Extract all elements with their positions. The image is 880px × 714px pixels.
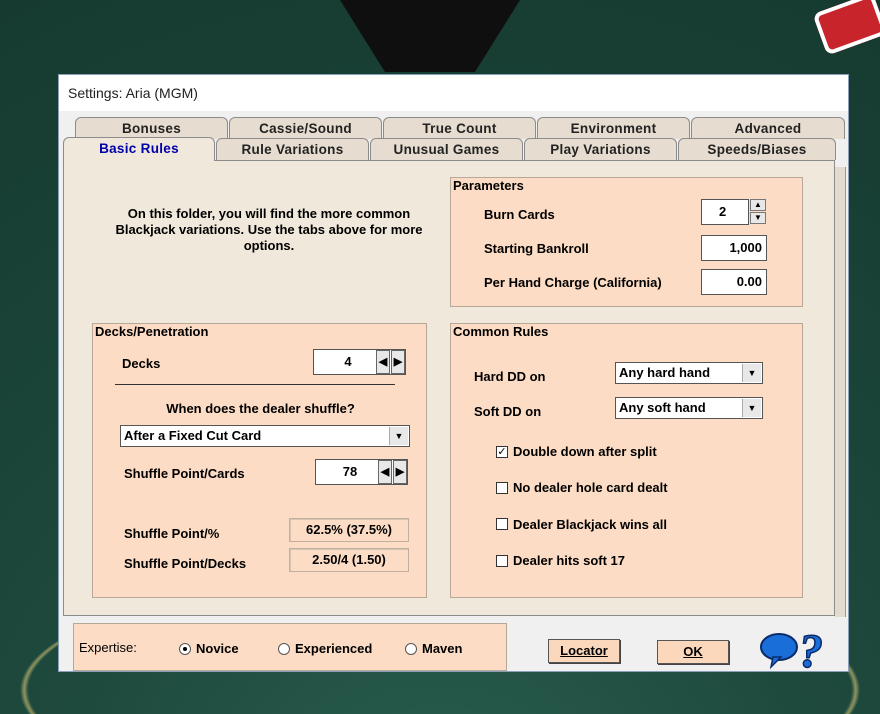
dealer-hits-soft-17-label: Dealer hits soft 17 <box>513 553 625 568</box>
burn-cards-label: Burn Cards <box>484 207 555 222</box>
shuffle-point-pct-label: Shuffle Point/% <box>124 526 220 541</box>
shuffle-method-select[interactable]: After a Fixed Cut Card ▼ <box>120 425 410 447</box>
tab-cassie-sound[interactable]: Cassie/Sound <box>229 117 382 139</box>
tab-advanced[interactable]: Advanced <box>691 117 845 139</box>
radio-novice[interactable] <box>179 643 191 655</box>
shuffle-point-decks-value: 2.50/4 (1.50) <box>289 548 409 572</box>
chevron-down-icon[interactable]: ▼ <box>389 427 408 445</box>
radio-experienced-label: Experienced <box>295 641 373 656</box>
shuffle-question: When does the dealer shuffle? <box>166 401 355 416</box>
per-hand-charge-field[interactable]: 0.00 <box>701 269 767 295</box>
svg-text:?: ? <box>799 627 823 669</box>
shuffle-cards-decrease-icon[interactable]: ◀ <box>378 460 392 484</box>
starting-bankroll-field[interactable]: 1,000 <box>701 235 767 261</box>
dialog-title: Settings: Aria (MGM) <box>59 75 848 111</box>
soft-dd-select[interactable]: Any soft hand ▼ <box>615 397 763 419</box>
radio-novice-label: Novice <box>196 641 239 656</box>
hard-dd-select[interactable]: Any hard hand ▼ <box>615 362 763 384</box>
radio-maven[interactable] <box>405 643 417 655</box>
parameters-title: Parameters <box>453 178 524 193</box>
decks-penetration-group: Decks/Penetration Decks 4 ◀ ▶ When does … <box>92 323 427 598</box>
help-question-icon[interactable]: ? <box>759 627 841 669</box>
shuffle-point-cards-spinner[interactable]: 78 ◀ ▶ <box>315 459 408 485</box>
ok-button[interactable]: OK <box>657 640 729 664</box>
decks-increase-icon[interactable]: ▶ <box>391 350 405 374</box>
tab-bonuses[interactable]: Bonuses <box>75 117 228 139</box>
tab-rule-variations[interactable]: Rule Variations <box>216 138 369 160</box>
common-rules-group: Common Rules Hard DD on Any hard hand ▼ … <box>450 323 803 598</box>
parameters-group: Parameters Burn Cards 2 ▲ ▼ Starting Ban… <box>450 177 803 307</box>
shuffle-point-decks-label: Shuffle Point/Decks <box>124 556 247 571</box>
das-checkbox[interactable]: ✓ <box>496 446 508 458</box>
settings-dialog: Settings: Aria (MGM) Bonuses Cassie/Soun… <box>58 74 849 672</box>
tab-speeds-biases[interactable]: Speeds/Biases <box>678 138 836 160</box>
tab-true-count[interactable]: True Count <box>383 117 536 139</box>
hard-dd-label: Hard DD on <box>474 369 546 384</box>
dealer-hits-soft-17-checkbox[interactable] <box>496 555 508 567</box>
shuffle-point-pct-value: 62.5% (37.5%) <box>289 518 409 542</box>
shuffle-cards-increase-icon[interactable]: ▶ <box>393 460 407 484</box>
decks-penetration-title: Decks/Penetration <box>95 324 209 339</box>
spin-down-icon[interactable]: ▼ <box>750 212 766 224</box>
basic-rules-panel: On this folder, you will find the more c… <box>63 160 835 616</box>
spin-up-icon[interactable]: ▲ <box>750 199 766 211</box>
expertise-group: Expertise: Novice Experienced Maven <box>73 623 507 671</box>
shuffle-point-cards-label: Shuffle Point/Cards <box>124 466 245 481</box>
chevron-down-icon[interactable]: ▼ <box>742 364 761 382</box>
tab-play-variations[interactable]: Play Variations <box>524 138 677 160</box>
dealer-bj-wins-all-checkbox[interactable] <box>496 518 508 530</box>
decks-label: Decks <box>122 356 161 371</box>
per-hand-charge-label: Per Hand Charge (California) <box>484 275 662 290</box>
chevron-down-icon[interactable]: ▼ <box>742 399 761 417</box>
soft-dd-label: Soft DD on <box>474 404 542 419</box>
divider <box>115 384 395 385</box>
tab-panel-edge <box>835 167 846 617</box>
no-hole-card-label: No dealer hole card dealt <box>513 480 668 495</box>
radio-experienced[interactable] <box>278 643 290 655</box>
tab-unusual-games[interactable]: Unusual Games <box>370 138 523 160</box>
dealer-bj-wins-all-label: Dealer Blackjack wins all <box>513 517 667 532</box>
no-hole-card-checkbox[interactable] <box>496 482 508 494</box>
tab-basic-rules[interactable]: Basic Rules <box>63 137 215 161</box>
burn-cards-field[interactable]: 2 <box>701 199 749 225</box>
decks-decrease-icon[interactable]: ◀ <box>376 350 390 374</box>
intro-text: On this folder, you will find the more c… <box>115 206 423 253</box>
common-rules-title: Common Rules <box>453 324 549 339</box>
decks-spinner[interactable]: 4 ◀ ▶ <box>313 349 406 375</box>
expertise-label: Expertise: <box>79 640 137 655</box>
tab-environment[interactable]: Environment <box>537 117 690 139</box>
speech-balloon-icon <box>760 633 798 669</box>
locator-button[interactable]: Locator <box>548 639 620 663</box>
starting-bankroll-label: Starting Bankroll <box>484 241 589 256</box>
radio-maven-label: Maven <box>422 641 463 656</box>
das-label: Double down after split <box>513 444 657 459</box>
